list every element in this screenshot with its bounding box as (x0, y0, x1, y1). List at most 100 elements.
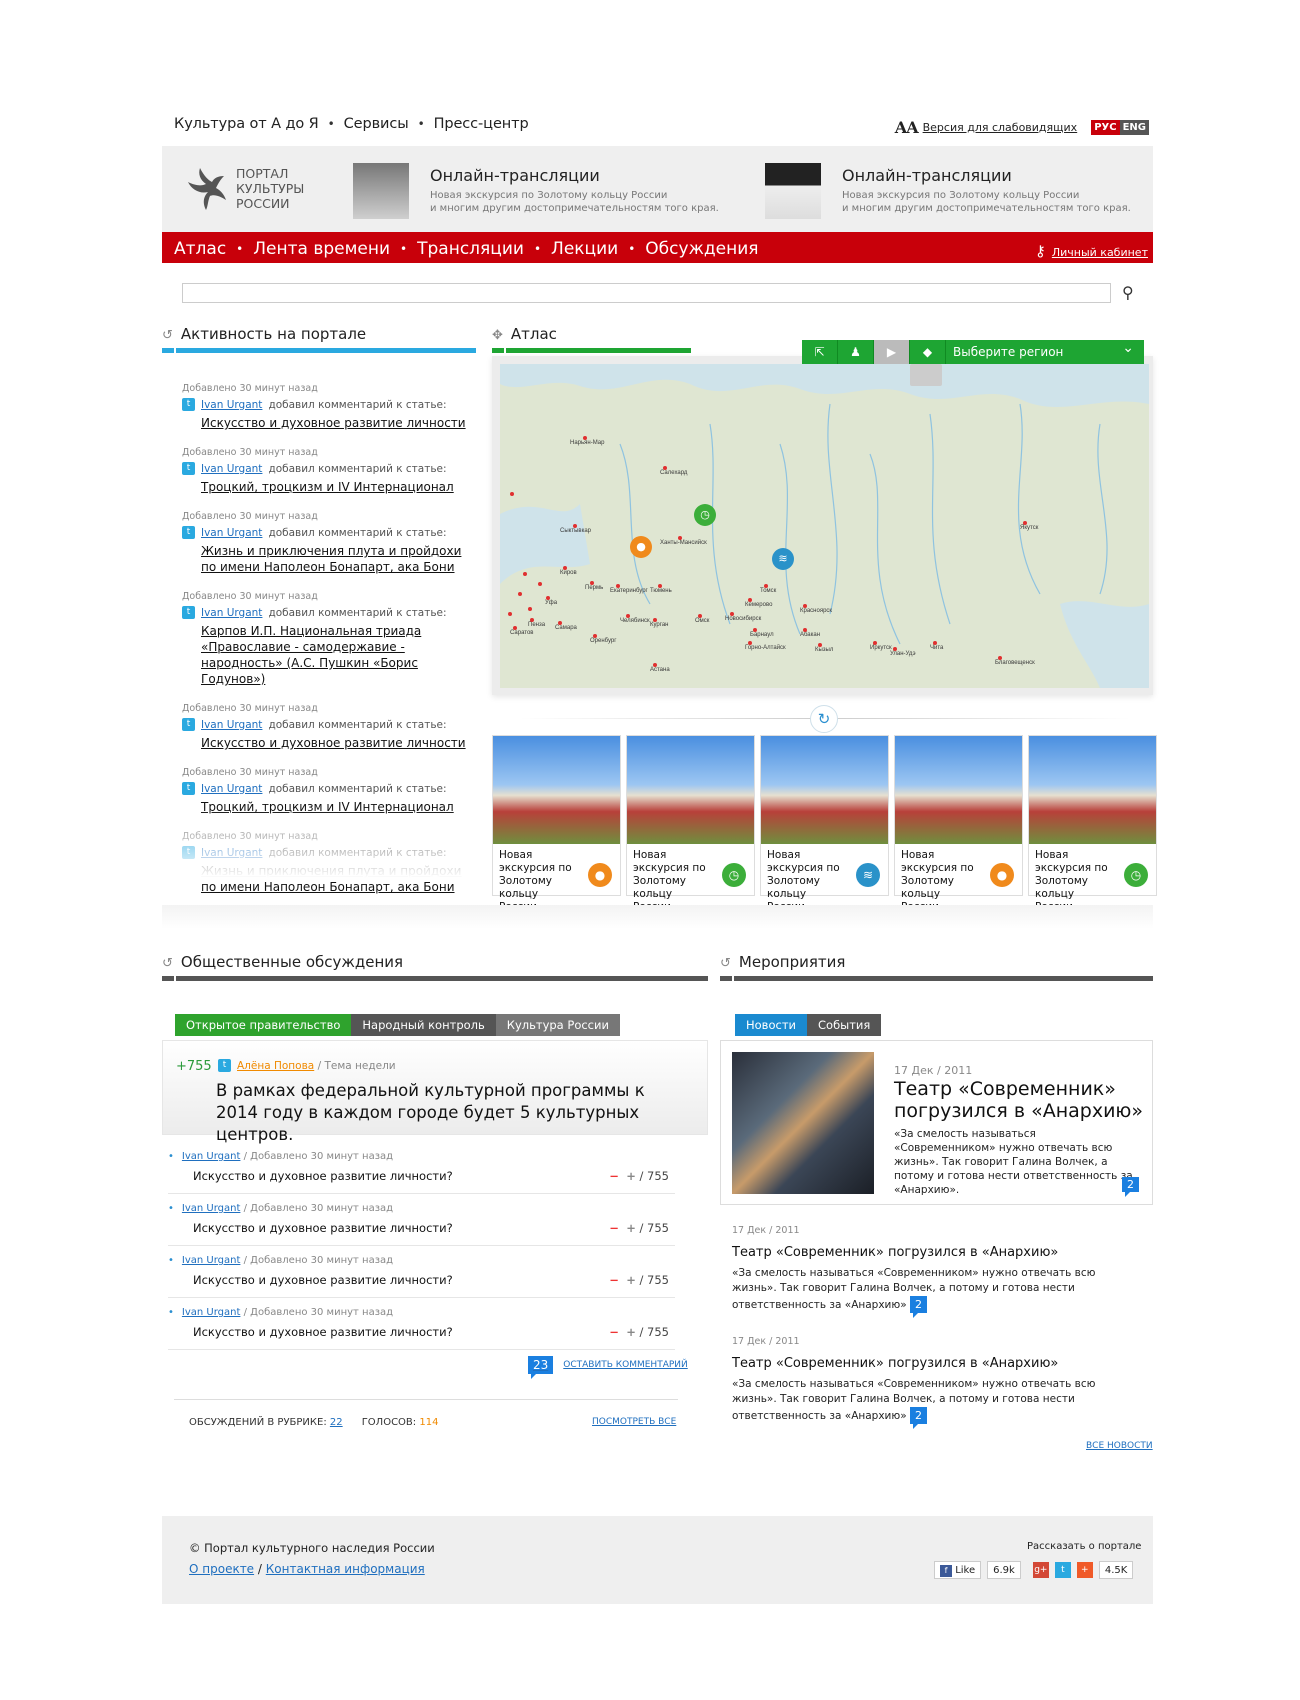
atlas-card[interactable]: Новая экскурсия по Золотому кольцу Росси… (760, 735, 889, 913)
refresh-small-icon[interactable]: ↺ (162, 956, 173, 971)
vote-down-button[interactable]: − (609, 1169, 619, 1183)
svg-text:Кемерово: Кемерово (745, 602, 773, 608)
discussion-meta: • Ivan Urgant / Добавлено 30 минут назад (168, 1307, 394, 1318)
feed-article-link[interactable]: Жизнь и приключения плута и пройдохи по … (201, 543, 472, 575)
top-nav-item-press[interactable]: Пресс-центр (434, 116, 529, 132)
feed-user-link[interactable]: Ivan Urgant (201, 607, 262, 619)
feed-article-link[interactable]: Троцкий, троцкизм и IV Интернационал (201, 479, 472, 495)
svg-text:Екатеринбург: Екатеринбург (610, 588, 649, 594)
feed-article-link[interactable]: Искусство и духовное развитие личности (201, 735, 472, 751)
discussion-item: • Ivan Urgant / Добавлено 30 минут назад И… (168, 1142, 675, 1194)
broadcast-1[interactable] (353, 163, 409, 219)
top-nav-item-culture[interactable]: Культура от А до Я (174, 116, 319, 132)
refresh-icon[interactable]: ↻ (810, 705, 838, 733)
lang-en-button[interactable]: ENG (1119, 120, 1149, 135)
main-nav-item-timeline[interactable]: Лента времени (253, 239, 390, 259)
tab-people-control[interactable]: Народный контроль (351, 1014, 496, 1036)
share-icon[interactable]: ⇱ (802, 340, 838, 364)
vote-up-button[interactable]: + (626, 1169, 636, 1183)
feed-article-link[interactable]: Карпов И.П. Национальная триада «Правосл… (201, 623, 472, 687)
user-marker-icon[interactable]: ● (630, 536, 652, 558)
main-nav-item-atlas[interactable]: Атлас (174, 239, 226, 259)
vote-up-button[interactable]: + (626, 1221, 636, 1235)
vote-down-button[interactable]: − (609, 1273, 619, 1287)
clock-icon: ◷ (722, 863, 746, 887)
google-plus-icon[interactable]: g+ (1032, 1562, 1049, 1578)
atlas-map[interactable]: Салехард Нарьян-Мар Ханты-Мансийск Сыктывк… (500, 364, 1149, 688)
news-title[interactable]: Театр «Современник» погрузился в «Анархи… (894, 1078, 1144, 1122)
feed-article-link[interactable]: Искусство и духовное развитие личности (201, 415, 472, 431)
cabinet-link[interactable]: ⚷ Личный кабинет (1035, 242, 1148, 260)
broadcast-title[interactable]: Онлайн-трансляции (842, 166, 1131, 185)
rubric-count[interactable]: 22 (330, 1417, 343, 1428)
feed-user-link[interactable]: Ivan Urgant (201, 719, 262, 731)
low-vision-link[interactable]: Версия для слабовидящих (923, 121, 1078, 134)
discussion-user-link[interactable]: Ivan Urgant (182, 1151, 241, 1162)
news-item-comments[interactable]: 2 (909, 1407, 927, 1429)
featured-quote[interactable]: В рамках федеральной культурной программ… (216, 1080, 686, 1146)
discussion-user-link[interactable]: Ivan Urgant (182, 1203, 241, 1214)
vote-up-button[interactable]: + (626, 1273, 636, 1287)
feed-user-link[interactable]: Ivan Urgant (201, 783, 262, 795)
feed-user-link[interactable]: Ivan Urgant (201, 463, 262, 475)
featured-user[interactable]: Алёна Попова (237, 1060, 314, 1072)
search-input[interactable] (182, 283, 1111, 303)
twitter-share-icon[interactable]: t (1054, 1562, 1071, 1578)
tab-open-government[interactable]: Открытое правительство (175, 1014, 352, 1036)
phoenix-logo-icon[interactable] (182, 166, 230, 214)
news-comments-badge[interactable]: 2 (1122, 1173, 1139, 1197)
tab-events[interactable]: События (807, 1014, 882, 1036)
feed-user-link[interactable]: Ivan Urgant (201, 527, 262, 539)
font-size-icon[interactable]: AA (895, 118, 919, 137)
vote-down-button[interactable]: − (609, 1221, 619, 1235)
vote-down-button[interactable]: − (609, 1325, 619, 1339)
news-item-title[interactable]: Театр «Современник» погрузился в «Анархи… (732, 1356, 1132, 1371)
refresh-small-icon[interactable]: ↺ (720, 956, 731, 971)
view-all-link[interactable]: ПОСМОТРЕТЬ ВСЕ (592, 1417, 676, 1427)
discussion-question[interactable]: Искусство и духовное развитие личности? (193, 1273, 453, 1287)
vote-up-button[interactable]: + (626, 1325, 636, 1339)
region-select[interactable]: Выберите регион (946, 336, 1144, 364)
tab-news[interactable]: Новости (735, 1014, 807, 1036)
atlas-card[interactable]: Новая экскурсия по Золотому кольцу Росси… (894, 735, 1023, 913)
vote-count: 755 (647, 1221, 669, 1235)
lang-ru-button[interactable]: РУС (1091, 120, 1120, 135)
discussion-user-link[interactable]: Ivan Urgant (182, 1255, 241, 1266)
search-icon[interactable]: ⚲ (1122, 283, 1134, 302)
leave-comment-link[interactable]: 23 ОСТАВИТЬ КОММЕНТАРИЙ (528, 1356, 688, 1379)
group-icon[interactable]: ♟ (838, 340, 874, 364)
svg-text:Оренбург: Оренбург (590, 638, 617, 644)
atlas-card[interactable]: Новая экскурсия по Золотому кольцу Росси… (492, 735, 621, 913)
russia-map-icon[interactable]: ◆ (910, 340, 946, 364)
main-nav-item-broadcasts[interactable]: Трансляции (417, 239, 524, 259)
footer-links: О проекте / Контактная информация (189, 1562, 425, 1576)
svg-text:Сыктывкар: Сыктывкар (560, 528, 592, 534)
news-photo[interactable] (732, 1052, 874, 1194)
facebook-like-button[interactable]: f Like (934, 1561, 982, 1579)
feed-user-link[interactable]: Ivan Urgant (201, 399, 262, 411)
top-nav-item-services[interactable]: Сервисы (344, 116, 409, 132)
contacts-link[interactable]: Контактная информация (266, 1562, 425, 1576)
clock-marker-icon[interactable]: ◷ (694, 504, 716, 526)
discussion-question[interactable]: Искусство и духовное развитие личности? (193, 1221, 453, 1235)
discussion-question[interactable]: Искусство и духовное развитие личности? (193, 1325, 453, 1339)
share-plus-icon[interactable]: + (1076, 1562, 1093, 1578)
main-nav-item-discussions[interactable]: Обсуждения (645, 239, 758, 259)
news-item-title[interactable]: Театр «Современник» погрузился в «Анархи… (732, 1245, 1132, 1260)
broadcast-title[interactable]: Онлайн-трансляции (430, 166, 719, 185)
broadcast-2[interactable] (765, 163, 821, 219)
all-news-link[interactable]: ВСЕ НОВОСТИ (1086, 1441, 1153, 1451)
discussion-question[interactable]: Искусство и духовное развитие личности? (193, 1169, 453, 1183)
discussion-user-link[interactable]: Ivan Urgant (182, 1307, 241, 1318)
card-photo (895, 736, 1022, 844)
tab-culture-russia[interactable]: Культура России (495, 1014, 620, 1036)
atlas-card[interactable]: Новая экскурсия по Золотому кольцу Росси… (626, 735, 755, 913)
rss-marker-icon[interactable]: ≋ (772, 548, 794, 570)
main-nav-item-lectures[interactable]: Лекции (551, 239, 618, 259)
news-item-comments[interactable]: 2 (909, 1296, 927, 1318)
play-icon[interactable]: ▶ (874, 340, 910, 364)
atlas-card[interactable]: Новая экскурсия по Золотому кольцу Росси… (1028, 735, 1157, 913)
refresh-small-icon[interactable]: ↺ (162, 328, 173, 343)
grid-icon[interactable] (910, 364, 942, 386)
about-link[interactable]: О проекте (189, 1562, 254, 1576)
